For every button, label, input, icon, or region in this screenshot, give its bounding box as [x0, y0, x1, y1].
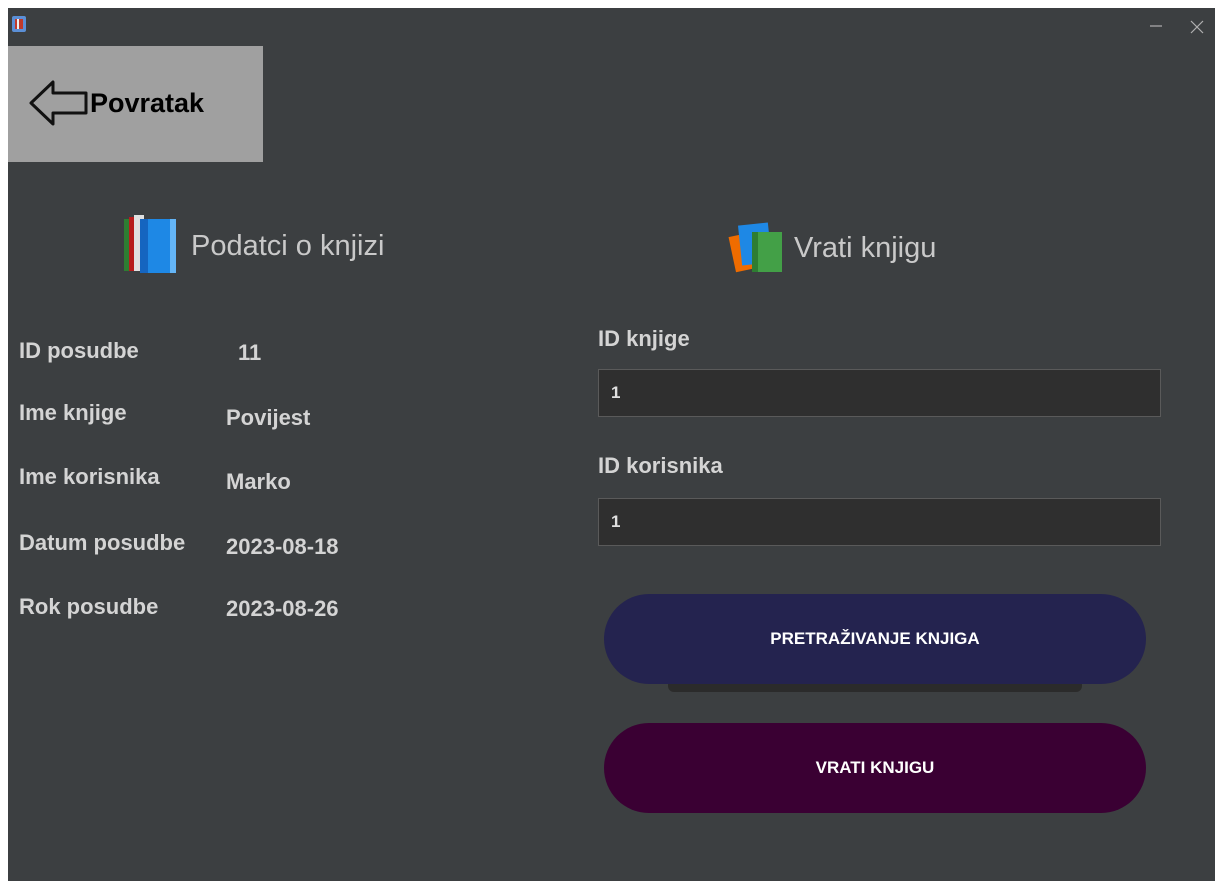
- search-button-shadow: [668, 684, 1082, 692]
- book-id-input[interactable]: [598, 369, 1161, 417]
- book-name-label: Ime knjige: [19, 400, 127, 425]
- return-book-heading: Vrati knjigu: [794, 232, 937, 264]
- user-id-label: ID korisnika: [598, 453, 723, 478]
- book-name-value: Povijest: [226, 405, 311, 430]
- minimize-icon[interactable]: [1144, 14, 1168, 38]
- book-id-label: ID knjige: [598, 326, 690, 351]
- user-name-value: Marko: [226, 469, 291, 494]
- loan-id-label: ID posudbe: [19, 338, 139, 363]
- title-bar: [8, 8, 1215, 44]
- close-icon[interactable]: [1186, 16, 1208, 38]
- return-book-button[interactable]: VRATI KNJIGU: [604, 723, 1146, 813]
- user-name-label: Ime korisnika: [19, 464, 160, 489]
- loan-date-label: Datum posudbe: [19, 530, 186, 555]
- arrow-left-icon: [29, 80, 88, 126]
- books-icon: [124, 215, 176, 273]
- loan-id-value: 11: [238, 340, 262, 365]
- book-details-heading: Podatci o knjizi: [191, 230, 385, 262]
- back-button[interactable]: Povratak: [8, 46, 263, 162]
- search-books-button[interactable]: PRETRAŽIVANJE KNJIGA: [604, 594, 1146, 684]
- user-id-input[interactable]: [598, 498, 1161, 546]
- book-return-icon: [728, 222, 782, 273]
- loan-date-value: 2023-08-18: [226, 534, 339, 559]
- back-button-label: Povratak: [90, 88, 205, 118]
- due-date-value: 2023-08-26: [226, 596, 339, 621]
- app-icon: [12, 16, 26, 32]
- due-date-label: Rok posudbe: [19, 594, 159, 619]
- app-window: Povratak Podatci o knjizi ID posudbe 11 …: [8, 8, 1215, 881]
